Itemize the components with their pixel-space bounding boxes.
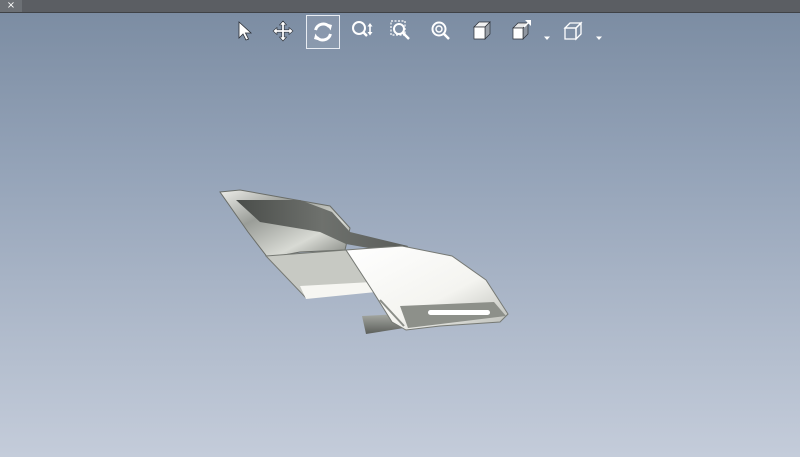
3d-viewport[interactable] — [0, 13, 800, 457]
3d-model — [219, 189, 509, 334]
